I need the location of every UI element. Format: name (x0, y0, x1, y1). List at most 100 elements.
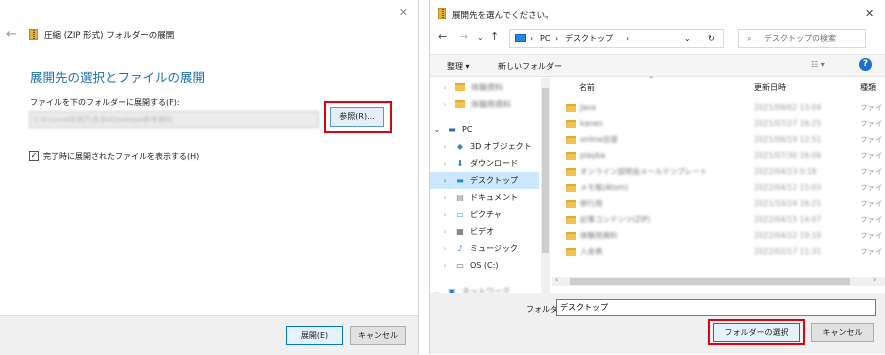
file-name: kanen (580, 119, 603, 128)
view-options-icon[interactable]: ☷ ▾ (811, 60, 825, 69)
scrollbar-thumb[interactable] (542, 88, 549, 253)
folder-icon (566, 184, 576, 192)
folder-icon (566, 120, 576, 128)
back-arrow-icon[interactable]: ← (438, 30, 447, 43)
folder-name-field[interactable] (556, 299, 876, 316)
address-dropdown-icon[interactable]: ⌄ (684, 30, 691, 47)
breadcrumb-desktop[interactable]: デスクトップ (565, 30, 613, 47)
3d-objects-icon: ◆ (456, 142, 464, 151)
pc-icon: ▬ (448, 125, 456, 134)
file-type: ファイ (860, 183, 883, 192)
file-row[interactable]: 移行用 2021/10/24 16:21 ファイ (560, 196, 885, 212)
tree-item-pc[interactable]: ⌄ ▬ PC (430, 121, 539, 138)
organize-menu[interactable]: 整理 ▾ (447, 61, 470, 72)
file-modified: 2021/10/24 16:21 (754, 199, 822, 208)
refresh-icon[interactable]: ↻ (708, 30, 715, 47)
tree-item-downloads[interactable]: › ⬇ ダウンロード (430, 155, 539, 172)
browse-button[interactable]: 参照(R)... (330, 107, 384, 127)
file-type: ファイ (860, 231, 883, 240)
scroll-left-icon[interactable]: ‹ (555, 275, 558, 284)
file-modified: 2021/06/19 12:51 (754, 135, 822, 144)
column-type[interactable]: 種類 (860, 82, 876, 93)
file-type: ファイ (860, 199, 883, 208)
file-row[interactable]: オンライン説明会メールテンプレート 2022/04/23 0:18 ファイ (560, 164, 885, 180)
column-name[interactable]: 名前 (579, 82, 595, 93)
title-bar: 展開先を選んでください。 ✕ (430, 0, 885, 28)
close-icon[interactable]: ✕ (399, 6, 408, 19)
file-name: メモ帳(Atom) (580, 183, 629, 192)
file-name: online自習 (580, 135, 618, 144)
download-icon: ⬇ (456, 159, 464, 168)
tree-item-desktop[interactable]: › ▬ デスクトップ (430, 172, 539, 189)
search-box[interactable]: ⌕ デスクトップの検索 (738, 29, 866, 48)
file-row[interactable]: online自習 2021/06/19 12:51 ファイ (560, 132, 885, 148)
picker-title: 展開先を選んでください。 (452, 11, 554, 21)
document-icon: ▤ (456, 193, 464, 202)
tree-item-music[interactable]: › ♪ ミュージック (430, 240, 539, 257)
sort-ascending-icon: ^ (648, 75, 655, 84)
tree-item-pictures[interactable]: › ▭ ピクチャ (430, 206, 539, 223)
file-type: ファイ (860, 151, 883, 160)
search-placeholder: デスクトップの検索 (764, 34, 836, 43)
extract-button[interactable]: 展開(E) (286, 326, 343, 345)
folder-icon (566, 136, 576, 144)
file-modified: 2021/09/02 13:04 (754, 103, 822, 112)
show-files-checkbox[interactable]: ✓ (29, 151, 39, 161)
tree-item-documents[interactable]: › ▤ ドキュメント (430, 189, 539, 206)
folder-app-icon (438, 8, 446, 19)
file-modified: 2021/07/27 16:25 (754, 119, 822, 128)
file-row[interactable]: Java 2021/09/02 13:04 ファイ (560, 100, 885, 116)
video-icon: ▦ (456, 227, 464, 236)
back-arrow-icon[interactable]: ← (6, 27, 17, 42)
file-type: ファイ (860, 103, 883, 112)
wizard-cancel-button[interactable]: キャンセル (350, 326, 406, 345)
file-name: 移行用 (580, 199, 603, 208)
command-bar: 整理 ▾ 新しいフォルダー ☷ ▾ ? (430, 54, 885, 77)
picker-cancel-button[interactable]: キャンセル (811, 323, 874, 342)
drive-icon: ▭ (456, 261, 464, 270)
file-row[interactable]: メモ帳(Atom) 2022/04/12 15:03 ファイ (560, 180, 885, 196)
tree-item[interactable]: › 体験資料 (430, 79, 539, 96)
file-name: 記事コンテンツ(ZIP) (580, 215, 651, 224)
up-arrow-icon[interactable]: ↑ (490, 30, 499, 43)
picture-icon: ▭ (456, 210, 464, 219)
tree-item-videos[interactable]: › ▦ ビデオ (430, 223, 539, 240)
file-row[interactable]: 体験用資料 2022/04/22 19:10 ファイ (560, 228, 885, 244)
tree-item-os-drive[interactable]: › ▭ OS (C:) (430, 257, 539, 274)
forward-arrow-icon[interactable]: → (459, 30, 468, 43)
file-row[interactable]: playba 2021/07/30 16:06 ファイ (560, 148, 885, 164)
folder-icon (566, 104, 576, 112)
new-folder-button[interactable]: 新しいフォルダー (498, 61, 562, 72)
scrollbar-thumb[interactable] (570, 278, 850, 285)
breadcrumb-sep-icon: › (626, 34, 630, 43)
file-type: ファイ (860, 119, 883, 128)
file-modified: 2021/07/30 16:06 (754, 151, 822, 160)
tree-scrollbar[interactable] (541, 78, 550, 293)
file-modified: 2022/04/12 15:03 (754, 183, 822, 192)
desktop-icon (515, 34, 526, 42)
close-icon[interactable]: ✕ (865, 7, 874, 20)
address-bar[interactable]: › PC › デスクトップ › ⌄ ↻ (509, 29, 724, 48)
recent-dropdown-icon[interactable]: ⌄ (477, 33, 484, 42)
desktop-icon: ▬ (456, 176, 464, 185)
tree-item-3d-objects[interactable]: › ◆ 3D オブジェクト (430, 138, 539, 155)
file-name: playba (580, 151, 606, 160)
file-name: オンライン説明会メールテンプレート (580, 167, 708, 176)
folder-icon (566, 200, 576, 208)
file-row[interactable]: 入金表 2022/02/17 11:31 ファイ (560, 244, 885, 260)
file-name: 体験用資料 (580, 231, 618, 240)
scroll-right-icon[interactable]: › (873, 275, 876, 284)
horizontal-scrollbar[interactable]: ‹ › (552, 275, 885, 286)
breadcrumb-pc[interactable]: PC (540, 30, 550, 47)
destination-label: ファイルを下のフォルダーに展開する(F): (30, 98, 180, 107)
file-name: 入金表 (580, 247, 603, 256)
destination-path-field[interactable] (29, 111, 319, 128)
file-row[interactable]: 記事コンテンツ(ZIP) 2022/04/15 14:07 ファイ (560, 212, 885, 228)
tree-item[interactable]: › 体験用資料 (430, 96, 539, 113)
file-type: ファイ (860, 135, 883, 144)
folder-icon (566, 232, 576, 240)
column-modified[interactable]: 更新日時 (754, 82, 786, 93)
help-icon[interactable]: ? (859, 58, 872, 71)
file-row[interactable]: kanen 2021/07/27 16:25 ファイ (560, 116, 885, 132)
select-folder-button[interactable]: フォルダーの選択 (713, 323, 800, 342)
